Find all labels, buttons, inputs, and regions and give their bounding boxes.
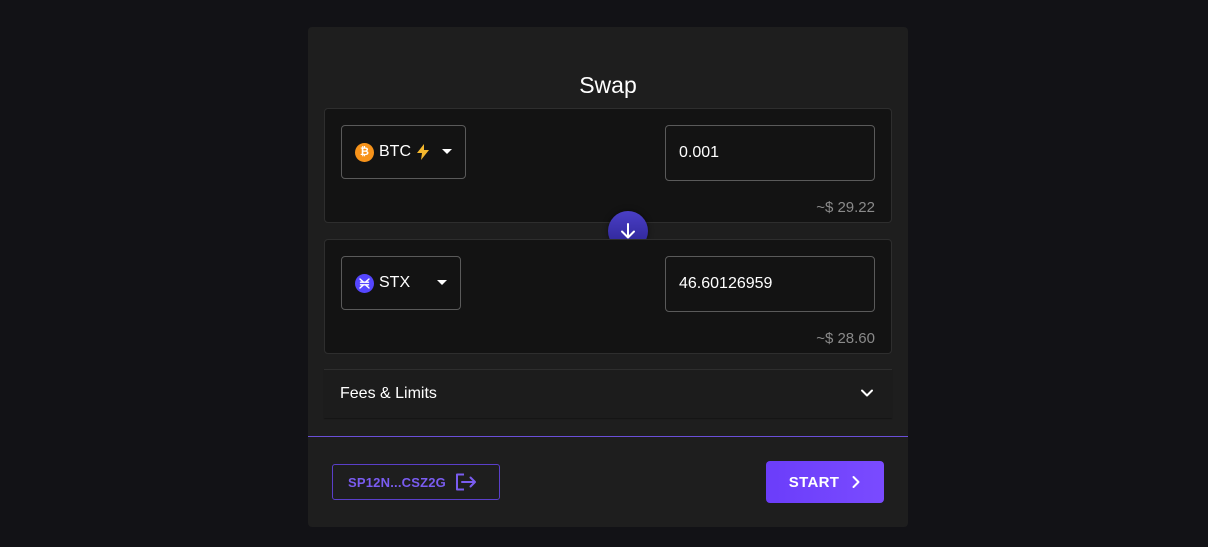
caret-down-icon: [442, 149, 452, 154]
divider: [308, 436, 908, 437]
send-amount-input[interactable]: [665, 125, 875, 181]
send-fiat-value: ~$ 29.22: [816, 199, 875, 216]
receive-panel: STX ~$ 28.60: [324, 239, 892, 354]
send-asset-selector[interactable]: ₿ BTC: [341, 125, 466, 179]
receive-amount-input[interactable]: [665, 256, 875, 312]
send-panel: ₿ BTC ~$ 29.22: [324, 108, 892, 223]
wallet-disconnect-button[interactable]: SP12N...CSZ2G: [332, 464, 500, 500]
send-asset-label: BTC: [379, 143, 411, 160]
bitcoin-icon: ₿: [355, 142, 374, 162]
start-label: START: [788, 473, 840, 491]
caret-down-icon: [437, 280, 447, 285]
fees-limits-label: Fees & Limits: [340, 385, 437, 402]
logout-icon: [455, 473, 477, 491]
arrow-down-icon: [619, 222, 637, 240]
receive-fiat-value: ~$ 28.60: [816, 330, 875, 347]
receive-asset-label: STX: [379, 274, 411, 291]
stacks-icon: [355, 273, 374, 293]
start-button[interactable]: START: [766, 461, 884, 503]
swap-card: Swap ₿ BTC ~$ 29.22: [308, 27, 908, 527]
chevron-down-icon: [860, 386, 874, 405]
fees-limits-accordion[interactable]: Fees & Limits: [324, 369, 892, 418]
chevron-right-icon: [851, 475, 861, 489]
page-title: Swap: [579, 72, 637, 98]
receive-asset-selector[interactable]: STX: [341, 256, 461, 310]
lightning-bolt-icon: [416, 144, 430, 160]
wallet-address: SP12N...CSZ2G: [348, 474, 446, 490]
